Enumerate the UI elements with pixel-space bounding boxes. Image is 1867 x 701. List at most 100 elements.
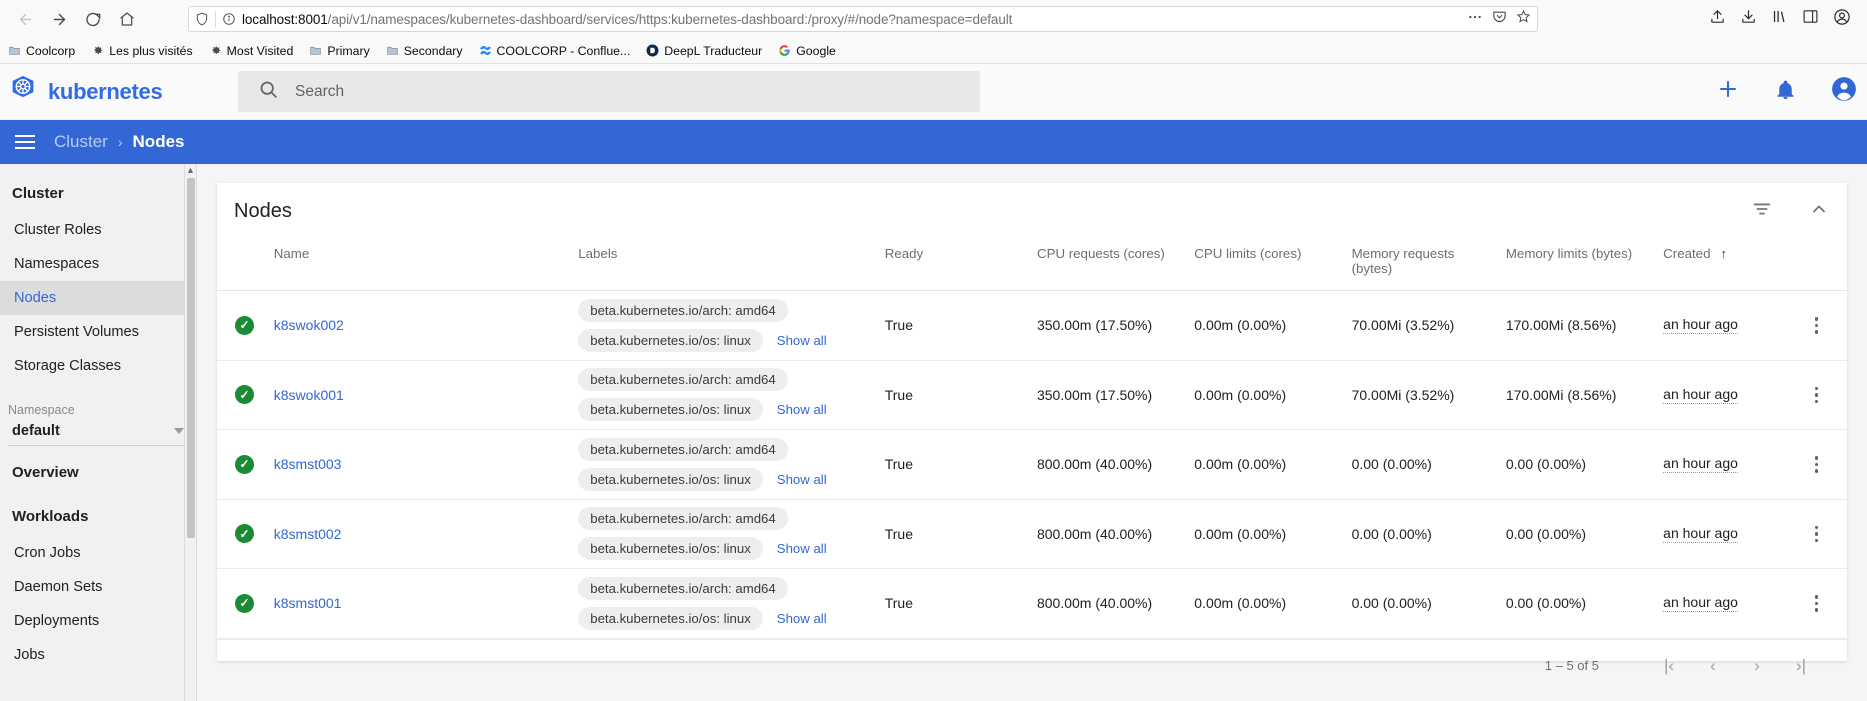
first-page-button[interactable]: |‹ (1647, 656, 1691, 676)
bookmark-item[interactable]: Secondary (386, 44, 463, 58)
bookmark-item[interactable]: Primary (309, 44, 370, 58)
sidebar-icon[interactable] (1802, 8, 1819, 30)
table-row[interactable]: ✓ k8swok001 beta.kubernetes.io/arch: amd… (217, 360, 1847, 430)
sidebar-item-cron-jobs[interactable]: Cron Jobs (0, 536, 196, 570)
row-actions-menu-icon[interactable] (1790, 317, 1843, 334)
page-title: Nodes (234, 200, 292, 222)
scroll-up-icon[interactable]: ▲ (186, 164, 195, 176)
node-link[interactable]: k8swok002 (274, 317, 344, 333)
sidebar-item-storage-classes[interactable]: Storage Classes (0, 349, 196, 383)
bookmark-item[interactable]: COOLCORP - Conflue... (479, 44, 630, 58)
row-name-cell: k8smst002 (269, 499, 575, 569)
library-icon[interactable] (1771, 8, 1788, 30)
column-header-memory-limits[interactable]: Memory limits (bytes) (1501, 240, 1660, 291)
column-header-memory-requests[interactable]: Memory requests (bytes) (1347, 240, 1502, 291)
app-brand[interactable]: kubernetes (0, 74, 238, 109)
address-bar[interactable]: localhost:8001/api/v1/namespaces/kuberne… (188, 6, 1538, 32)
forward-button[interactable] (44, 4, 74, 34)
node-link[interactable]: k8smst002 (274, 526, 342, 542)
filter-icon[interactable] (1751, 198, 1773, 225)
star-icon[interactable] (1516, 9, 1531, 29)
sidebar-item-cluster-roles[interactable]: Cluster Roles (0, 213, 196, 247)
show-all-link[interactable]: Show all (777, 541, 827, 556)
table-row[interactable]: ✓ k8smst002 beta.kubernetes.io/arch: amd… (217, 499, 1847, 569)
reload-button[interactable] (78, 4, 108, 34)
status-ready-icon: ✓ (235, 385, 254, 405)
url-text[interactable]: localhost:8001/api/v1/namespaces/kuberne… (242, 12, 1461, 27)
label-chip: beta.kubernetes.io/os: linux (578, 328, 763, 352)
bookmark-item[interactable]: Les plus visités (91, 44, 193, 58)
chevron-up-icon[interactable] (1809, 199, 1829, 224)
sidebar-item-persistent-volumes[interactable]: Persistent Volumes (0, 315, 196, 349)
account-icon[interactable] (1833, 8, 1851, 31)
row-cpu-limits-cell: 0.00m (0.00%) (1190, 499, 1348, 569)
account-circle-icon[interactable] (1831, 76, 1857, 107)
next-page-button[interactable]: › (1735, 656, 1779, 676)
app-body: Cluster Cluster Roles Namespaces Nodes P… (0, 164, 1867, 701)
sidebar-item-jobs[interactable]: Jobs (0, 638, 196, 672)
bookmark-item[interactable]: Most Visited (209, 44, 293, 58)
sidebar: Cluster Cluster Roles Namespaces Nodes P… (0, 164, 197, 701)
column-header-labels[interactable]: Labels (574, 240, 881, 291)
gear-icon (91, 44, 104, 57)
row-created-cell: an hour ago (1659, 360, 1787, 430)
ellipsis-icon[interactable] (1467, 9, 1483, 30)
bookmark-item[interactable]: Google (778, 44, 836, 58)
row-actions-menu-icon[interactable] (1790, 456, 1843, 473)
row-memory-limits-cell: 0.00 (0.00%) (1501, 429, 1660, 500)
show-all-link[interactable]: Show all (777, 611, 827, 626)
node-link[interactable]: k8smst001 (274, 595, 342, 611)
bookmark-item[interactable]: Coolcorp (8, 44, 75, 58)
bell-icon[interactable] (1774, 78, 1797, 106)
row-actions-menu-icon[interactable] (1790, 386, 1843, 403)
sort-ascending-icon: ↑ (1720, 246, 1727, 261)
row-memory-limits-cell: 170.00Mi (8.56%) (1501, 290, 1660, 361)
breadcrumb-parent[interactable]: Cluster (54, 132, 108, 152)
node-link[interactable]: k8smst003 (274, 456, 342, 472)
column-header-cpu-limits[interactable]: CPU limits (cores) (1190, 240, 1348, 291)
back-button[interactable] (10, 4, 40, 34)
row-ready-cell: True (880, 499, 1033, 569)
previous-page-button[interactable]: ‹ (1691, 656, 1735, 676)
table-row[interactable]: ✓ k8smst003 beta.kubernetes.io/arch: amd… (217, 429, 1847, 500)
info-icon[interactable] (222, 12, 236, 26)
sidebar-scrollbar[interactable]: ▲ (184, 164, 196, 701)
scrollbar-thumb[interactable] (186, 178, 195, 538)
show-all-link[interactable]: Show all (777, 333, 827, 348)
row-actions-menu-icon[interactable] (1790, 595, 1843, 612)
sidebar-item-namespaces[interactable]: Namespaces (0, 247, 196, 281)
folder-icon (309, 44, 322, 57)
node-link[interactable]: k8swok001 (274, 387, 344, 403)
sidebar-item-overview[interactable]: Overview (0, 446, 196, 492)
show-all-link[interactable]: Show all (777, 402, 827, 417)
sidebar-item-deployments[interactable]: Deployments (0, 604, 196, 638)
plus-icon[interactable] (1716, 77, 1740, 106)
column-header-name[interactable]: Name (269, 240, 575, 291)
bookmark-label: Secondary (403, 43, 463, 58)
card-header: Nodes (217, 183, 1847, 240)
row-ready-cell: True (880, 568, 1033, 639)
status-ready-icon: ✓ (235, 593, 254, 613)
sidebar-item-daemon-sets[interactable]: Daemon Sets (0, 570, 196, 604)
hamburger-menu-icon[interactable] (4, 135, 44, 149)
bookmark-item[interactable]: DeepL Traducteur (646, 44, 762, 58)
top-bar-actions (1716, 76, 1867, 107)
table-row[interactable]: ✓ k8swok002 beta.kubernetes.io/arch: amd… (217, 290, 1847, 361)
column-header-ready[interactable]: Ready (880, 240, 1033, 291)
sidebar-item-nodes[interactable]: Nodes (0, 281, 196, 315)
column-header-cpu-requests[interactable]: CPU requests (cores) (1032, 240, 1191, 291)
table-row[interactable]: ✓ k8smst001 beta.kubernetes.io/arch: amd… (217, 568, 1847, 639)
search-input[interactable]: Search (238, 71, 980, 112)
row-actions-menu-icon[interactable] (1790, 525, 1843, 542)
namespace-select[interactable]: default (8, 421, 188, 446)
row-cpu-requests-cell: 800.00m (40.00%) (1032, 568, 1191, 639)
pocket-icon[interactable] (1492, 9, 1507, 29)
show-all-link[interactable]: Show all (777, 472, 827, 487)
download-icon[interactable] (1740, 8, 1757, 30)
home-button[interactable] (112, 4, 142, 34)
upload-icon[interactable] (1709, 8, 1726, 30)
column-header-created[interactable]: Created ↑ (1659, 240, 1787, 291)
row-created-cell: an hour ago (1659, 290, 1787, 361)
row-cpu-requests-cell: 800.00m (40.00%) (1032, 429, 1191, 500)
last-page-button[interactable]: ›| (1779, 656, 1823, 676)
